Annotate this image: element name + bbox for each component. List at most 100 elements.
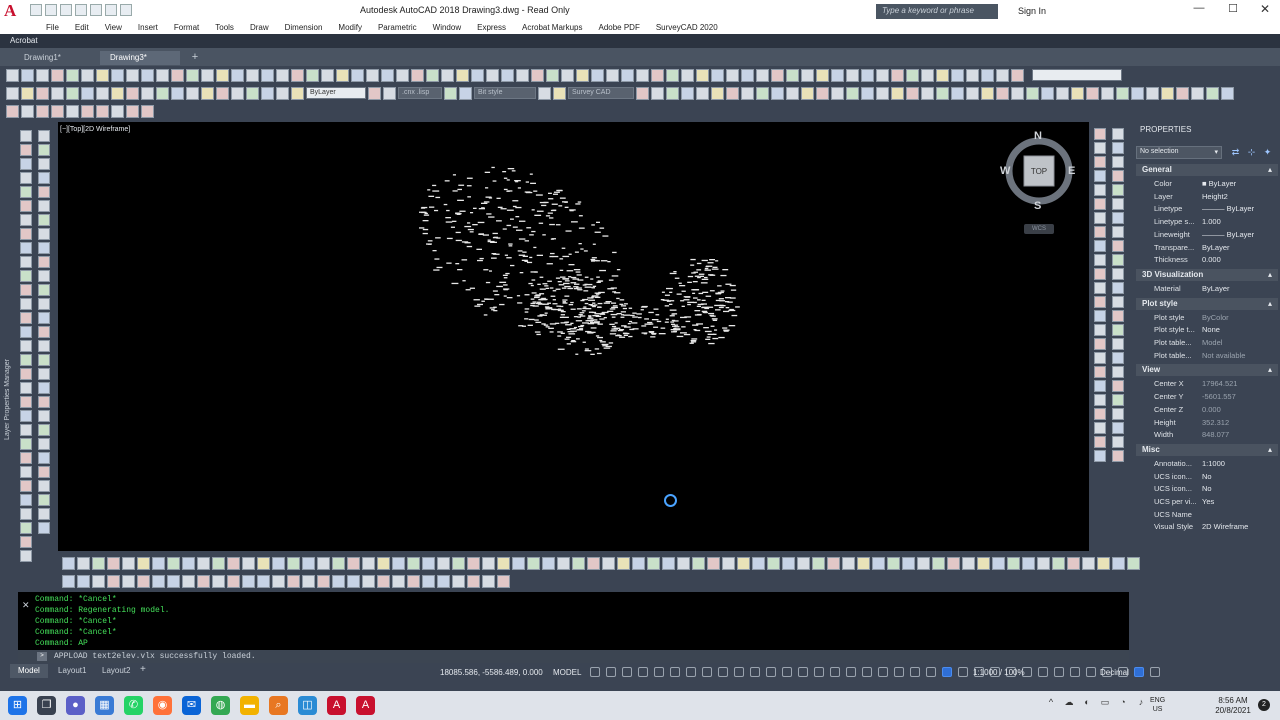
tool-icon[interactable] [20, 368, 32, 380]
sign-in-button[interactable]: Sign In [1018, 6, 1046, 16]
tool-icon[interactable] [38, 214, 50, 226]
tool-icon[interactable] [1112, 310, 1124, 322]
tool-icon[interactable] [302, 574, 315, 588]
tool-icon[interactable] [396, 68, 409, 82]
tool-icon[interactable] [947, 556, 960, 570]
property-row[interactable]: Transpare... ByLayer [1136, 242, 1278, 254]
tool-icon[interactable] [38, 494, 50, 506]
status-toggle-icon[interactable] [718, 667, 728, 677]
tool-icon[interactable] [182, 556, 195, 570]
tool-icon[interactable] [20, 130, 32, 142]
tool-icon[interactable] [111, 104, 124, 118]
tool-icon[interactable] [1127, 556, 1140, 570]
tool-icon[interactable] [20, 382, 32, 394]
menu-item-format[interactable]: Format [166, 22, 207, 34]
tool-icon[interactable] [38, 508, 50, 520]
tool-icon[interactable] [20, 144, 32, 156]
tool-icon[interactable] [20, 284, 32, 296]
tool-icon[interactable] [444, 86, 457, 100]
tool-icon[interactable] [876, 68, 889, 82]
tool-icon[interactable] [906, 68, 919, 82]
tool-icon[interactable] [692, 556, 705, 570]
menu-item-tools[interactable]: Tools [207, 22, 242, 34]
tool-icon[interactable] [531, 68, 544, 82]
tool-icon[interactable] [156, 86, 169, 100]
tool-icon[interactable] [771, 68, 784, 82]
property-row[interactable]: Center Z 0.000 [1136, 404, 1278, 416]
tool-icon[interactable] [36, 86, 49, 100]
tool-icon[interactable] [1112, 450, 1124, 462]
tool-icon[interactable] [20, 438, 32, 450]
tool-icon[interactable] [726, 68, 739, 82]
tool-icon[interactable] [1094, 394, 1106, 406]
tool-icon[interactable] [917, 556, 930, 570]
status-toggle-icon[interactable] [654, 667, 664, 677]
viewcube-south[interactable]: S [1034, 200, 1041, 212]
property-row[interactable]: UCS icon... No [1136, 483, 1278, 495]
model-space-button[interactable]: MODEL [553, 668, 581, 677]
tool-icon[interactable] [38, 354, 50, 366]
command-input[interactable]: APPLOAD text2elev.vlx successfully loade… [54, 652, 256, 661]
tool-icon[interactable] [332, 574, 345, 588]
tool-icon[interactable] [497, 556, 510, 570]
file-explorer-icon[interactable]: ▬ [240, 696, 259, 715]
tool-icon[interactable] [906, 86, 919, 100]
tool-icon[interactable] [872, 556, 885, 570]
status-toggle-icon[interactable] [878, 667, 888, 677]
tool-icon[interactable] [257, 556, 270, 570]
viewcube[interactable]: N S E W TOP [1000, 128, 1080, 218]
tool-icon[interactable] [66, 68, 79, 82]
tool-icon[interactable] [1094, 436, 1106, 448]
tool-icon[interactable] [231, 68, 244, 82]
tool-icon[interactable] [887, 556, 900, 570]
property-row[interactable]: Plot style t... None [1136, 324, 1278, 336]
tool-icon[interactable] [272, 574, 285, 588]
tool-icon[interactable] [1026, 86, 1039, 100]
tool-icon[interactable] [1022, 556, 1035, 570]
tool-icon[interactable] [1094, 184, 1106, 196]
tool-icon[interactable] [20, 298, 32, 310]
tool-icon[interactable] [21, 104, 34, 118]
tool-icon[interactable] [467, 556, 480, 570]
tool-icon[interactable] [38, 200, 50, 212]
tool-icon[interactable] [921, 86, 934, 100]
tool-icon[interactable] [1097, 556, 1110, 570]
property-row[interactable]: Thickness 0.000 [1136, 254, 1278, 266]
tool-icon[interactable] [827, 556, 840, 570]
tool-icon[interactable] [677, 556, 690, 570]
tool-icon[interactable] [20, 214, 32, 226]
wifi-icon[interactable]: ◔ [1118, 697, 1128, 707]
property-row[interactable]: UCS Name [1136, 509, 1278, 521]
tool-icon[interactable] [846, 86, 859, 100]
status-toggle-icon[interactable] [734, 667, 744, 677]
tool-icon[interactable] [20, 522, 32, 534]
tool-icon[interactable] [1112, 198, 1124, 210]
tool-icon[interactable] [857, 556, 870, 570]
tool-icon[interactable] [1094, 156, 1106, 168]
property-section-3d-visualization[interactable]: 3D Visualization ▴ [1136, 268, 1278, 281]
linetype-field[interactable]: .cnx .lisp [398, 87, 442, 99]
chrome-icon[interactable]: ◍ [211, 696, 230, 715]
collapse-icon[interactable]: ▴ [1268, 444, 1272, 456]
tool-icon[interactable] [1112, 212, 1124, 224]
tool-icon[interactable] [1094, 198, 1106, 210]
status-toggle-icon[interactable] [830, 667, 840, 677]
tool-icon[interactable] [6, 68, 19, 82]
tool-icon[interactable] [38, 480, 50, 492]
menu-item-surveycad-2020[interactable]: SurveyCAD 2020 [648, 22, 726, 34]
tool-icon[interactable] [377, 574, 390, 588]
tool-icon[interactable] [38, 130, 50, 142]
tool-icon[interactable] [452, 574, 465, 588]
tool-icon[interactable] [936, 68, 949, 82]
tool-icon[interactable] [542, 556, 555, 570]
tool-icon[interactable] [831, 86, 844, 100]
tool-icon[interactable] [368, 86, 381, 100]
tool-icon[interactable] [332, 556, 345, 570]
tool-icon[interactable] [741, 68, 754, 82]
windows-start-icon[interactable]: ⊞ [8, 696, 27, 715]
property-row[interactable]: Lineweight ——— ByLayer [1136, 229, 1278, 241]
tool-icon[interactable] [20, 228, 32, 240]
tool-icon[interactable] [1101, 86, 1114, 100]
tool-icon[interactable] [1094, 226, 1106, 238]
tool-icon[interactable] [707, 556, 720, 570]
